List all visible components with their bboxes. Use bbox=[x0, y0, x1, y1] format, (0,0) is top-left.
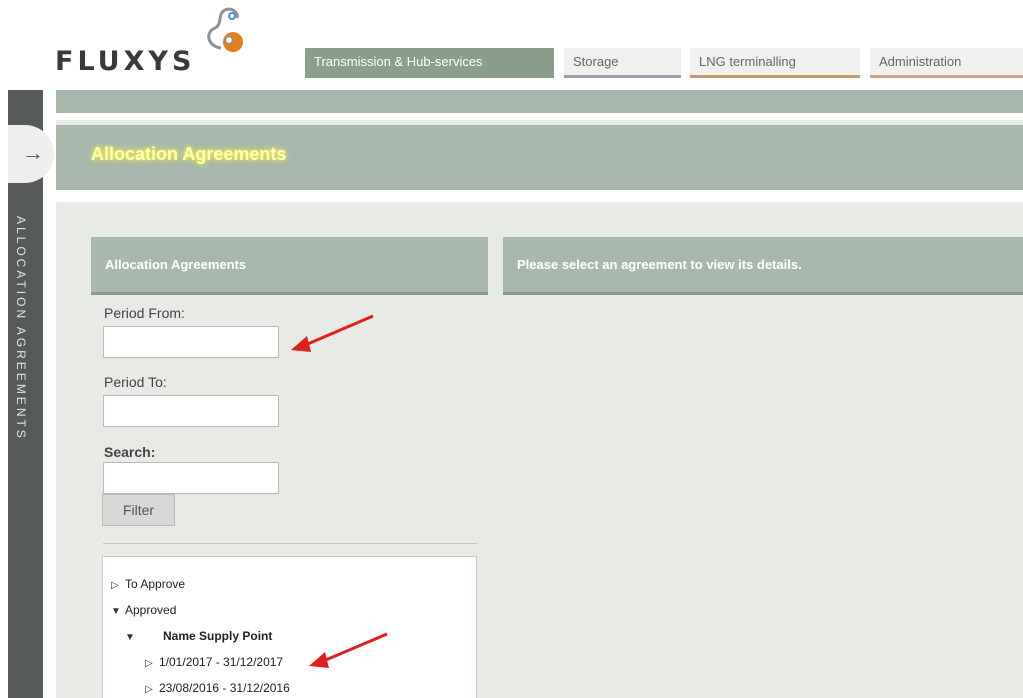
tab-underline bbox=[870, 75, 1023, 78]
tab-administration[interactable]: Administration bbox=[870, 48, 1023, 78]
header-gap bbox=[56, 190, 1023, 202]
triangle-right-icon: ▷ bbox=[145, 658, 153, 669]
tree-node-approved[interactable]: ▼ Approved bbox=[111, 603, 176, 617]
list-panel-header: Allocation Agreements bbox=[91, 237, 488, 295]
period-from-input[interactable] bbox=[103, 326, 279, 358]
tree-node-label: 1/01/2017 - 31/12/2017 bbox=[159, 655, 284, 669]
list-panel-title: Allocation Agreements bbox=[105, 257, 247, 272]
tab-transmission-hub-services[interactable]: Transmission & Hub-services bbox=[305, 48, 554, 78]
fluxys-logo-mark-icon bbox=[207, 7, 243, 52]
tree-node-label: Approved bbox=[125, 603, 177, 617]
tree-node-period[interactable]: ▷ 23/08/2016 - 31/12/2016 bbox=[145, 681, 290, 695]
agreement-tree: ▷ To Approve ▼ Approved ▼ Name Supply Point… bbox=[102, 556, 477, 698]
triangle-right-icon: ▷ bbox=[111, 580, 119, 591]
search-input[interactable] bbox=[103, 462, 279, 494]
tree-node-to-approve[interactable]: ▷ To Approve bbox=[111, 577, 185, 591]
tree-node-label: Name Supply Point bbox=[163, 629, 273, 643]
divider bbox=[103, 543, 477, 544]
detail-panel-message: Please select an agreement to view its d… bbox=[517, 257, 802, 272]
search-label: Search: bbox=[104, 444, 156, 460]
tab-label: Transmission & Hub-services bbox=[314, 54, 483, 69]
tree-node-supply-point[interactable]: ▼ Name Supply Point bbox=[125, 629, 272, 643]
annotation-arrow-icon bbox=[291, 314, 374, 352]
triangle-down-icon: ▼ bbox=[111, 606, 121, 617]
triangle-right-icon: ▷ bbox=[145, 684, 153, 695]
tree-node-label: To Approve bbox=[125, 577, 186, 591]
annotation-arrow-icon bbox=[309, 632, 388, 668]
triangle-down-icon: ▼ bbox=[125, 632, 135, 643]
side-panel-label: ALLOCATION AGREEMENTS bbox=[14, 216, 28, 441]
period-from-label: Period From: bbox=[104, 305, 185, 321]
detail-panel-header: Please select an agreement to view its d… bbox=[503, 237, 1023, 295]
tab-underline bbox=[564, 75, 681, 78]
expand-panel-button[interactable]: → bbox=[8, 125, 54, 183]
tab-storage[interactable]: Storage bbox=[564, 48, 681, 78]
tree-node-period[interactable]: ▷ 1/01/2017 - 31/12/2017 bbox=[145, 655, 283, 669]
arrow-right-icon: → bbox=[22, 140, 44, 165]
page-title: Allocation Agreements bbox=[91, 144, 287, 164]
tab-lng-terminalling[interactable]: LNG terminalling bbox=[690, 48, 860, 78]
tree-node-label: 23/08/2016 - 31/12/2016 bbox=[159, 681, 290, 695]
period-to-input[interactable] bbox=[103, 395, 279, 427]
tab-label: LNG terminalling bbox=[699, 54, 796, 69]
period-to-label: Period To: bbox=[104, 374, 167, 390]
logo-text: FLUXYS bbox=[55, 46, 196, 77]
tab-label: Storage bbox=[573, 54, 619, 69]
filter-button[interactable]: Filter bbox=[102, 494, 175, 526]
fluxys-logo[interactable]: FLUXYS bbox=[55, 4, 255, 80]
tab-label: Administration bbox=[879, 54, 962, 69]
page-header: Allocation Agreements bbox=[56, 125, 1023, 190]
tab-underline bbox=[690, 75, 860, 78]
top-band bbox=[56, 90, 1023, 113]
